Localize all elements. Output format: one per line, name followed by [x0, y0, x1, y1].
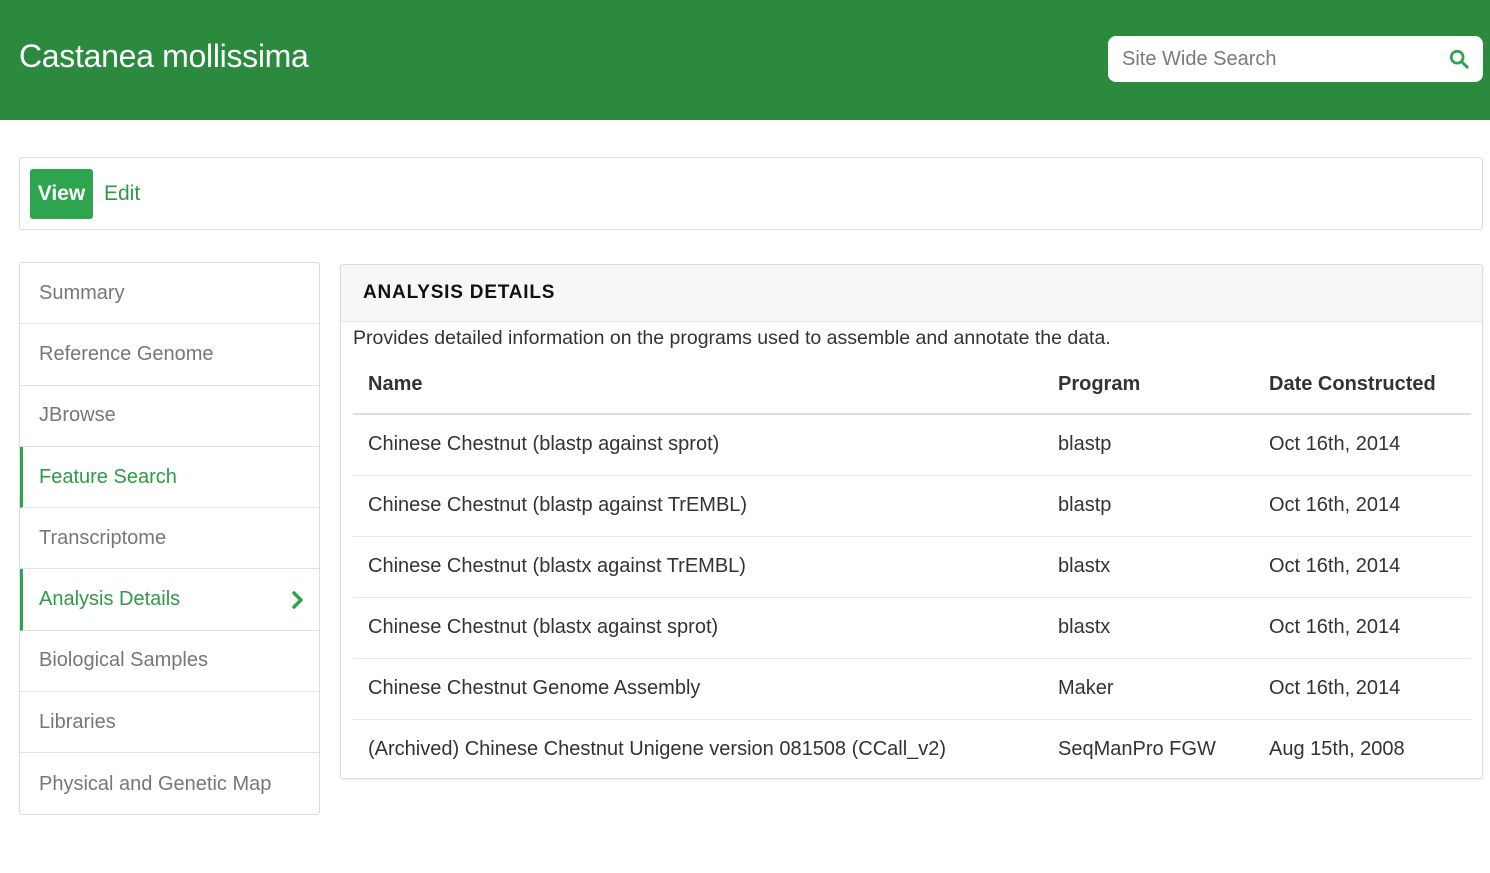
column-header-program: Program: [1043, 356, 1254, 415]
analysis-date: Oct 16th, 2014: [1269, 433, 1401, 456]
analysis-program: Maker: [1043, 657, 1254, 719]
sidebar-item-label: JBrowse: [39, 404, 116, 427]
analysis-name-link[interactable]: Chinese Chestnut (blastp against TrEMBL): [353, 474, 1043, 536]
view-edit-tabs: View Edit: [19, 157, 1483, 230]
analysis-program: blastx: [1043, 535, 1254, 597]
site-search-input[interactable]: [1122, 36, 1442, 82]
analysis-table: Name Program Date Constructed Chinese Ch…: [353, 356, 1471, 780]
sidebar-item-feature-search[interactable]: Feature Search: [20, 446, 319, 509]
sidebar-item-physical-genetic-map[interactable]: Physical and Genetic Map: [20, 753, 319, 814]
analysis-program: blastp: [1043, 474, 1254, 536]
site-search-box: [1108, 36, 1483, 82]
table-row: Chinese Chestnut (blastx against TrEMBL)…: [353, 535, 1471, 597]
analysis-date: Aug 15th, 2008: [1254, 718, 1471, 780]
table-row: (Archived) Chinese Chestnut Unigene vers…: [353, 718, 1471, 780]
analysis-date: Oct 16th, 2014: [1254, 535, 1471, 597]
sidebar-item-summary[interactable]: Summary: [20, 263, 319, 325]
table-header-row: Name Program Date Constructed: [353, 356, 1471, 415]
analysis-name-link[interactable]: Chinese Chestnut Genome Assembly: [353, 657, 1043, 719]
analysis-name-link[interactable]: Chinese Chestnut (blastp against sprot): [353, 414, 1043, 475]
table-row: Chinese Chestnut (blastx against sprot) …: [353, 596, 1471, 658]
sidebar-item-label: Transcriptome: [39, 526, 167, 549]
chevron-right-icon: [292, 591, 303, 610]
analysis-program: blastp: [1058, 433, 1112, 456]
table-row: Chinese Chestnut Genome Assembly Maker O…: [353, 657, 1471, 719]
sidebar-item-label: Feature Search: [39, 465, 177, 488]
sidebar-item-analysis-details[interactable]: Analysis Details: [20, 569, 319, 631]
analysis-name-link[interactable]: Chinese Chestnut (blastx against sprot): [353, 596, 1043, 658]
analysis-date: Oct 16th, 2014: [1254, 474, 1471, 536]
analysis-name-link[interactable]: (Archived) Chinese Chestnut Unigene vers…: [353, 718, 1043, 780]
table-row: Chinese Chestnut (blastp against TrEMBL)…: [353, 474, 1471, 536]
tab-edit[interactable]: Edit: [104, 169, 140, 219]
column-header-name: Name: [353, 356, 1043, 415]
analysis-name-link[interactable]: Chinese Chestnut (blastx against TrEMBL): [353, 535, 1043, 597]
sidebar-item-label: Analysis Details: [39, 588, 181, 611]
sidebar-item-reference-genome[interactable]: Reference Genome: [20, 324, 319, 386]
sidebar-item-label: Summary: [39, 281, 125, 304]
analysis-date: Oct 16th, 2014: [1254, 657, 1471, 719]
analysis-program: blastx: [1043, 596, 1254, 658]
sidebar-item-label: Reference Genome: [39, 342, 214, 365]
sidebar-item-libraries[interactable]: Libraries: [20, 692, 319, 754]
sidebar-item-biological-samples[interactable]: Biological Samples: [20, 631, 319, 693]
tab-view[interactable]: View: [30, 169, 93, 219]
content-sidebar: Summary Reference Genome JBrowse Feature…: [19, 262, 320, 815]
table-row: Chinese Chestnut (blastp against sprot) …: [353, 414, 1471, 475]
sidebar-item-label: Libraries: [39, 710, 116, 733]
panel-header: ANALYSIS DETAILS: [341, 265, 1482, 322]
site-title[interactable]: Castanea mollissima: [19, 38, 309, 75]
analysis-program: SeqManPro FGW: [1043, 718, 1254, 780]
analysis-details-panel: ANALYSIS DETAILS Provides detailed infor…: [340, 264, 1483, 780]
sidebar-item-transcriptome[interactable]: Transcriptome: [20, 508, 319, 570]
sidebar-item-label: Biological Samples: [39, 649, 208, 672]
panel-description: Provides detailed information on the pro…: [353, 327, 1111, 349]
site-header: Castanea mollissima: [0, 0, 1490, 120]
sidebar-item-label: Physical and Genetic Map: [39, 772, 272, 795]
panel-title: ANALYSIS DETAILS: [363, 282, 556, 303]
sidebar-item-jbrowse[interactable]: JBrowse: [20, 386, 319, 447]
search-icon[interactable]: [1448, 48, 1470, 70]
analysis-date: Oct 16th, 2014: [1254, 596, 1471, 658]
column-header-date: Date Constructed: [1254, 356, 1471, 415]
